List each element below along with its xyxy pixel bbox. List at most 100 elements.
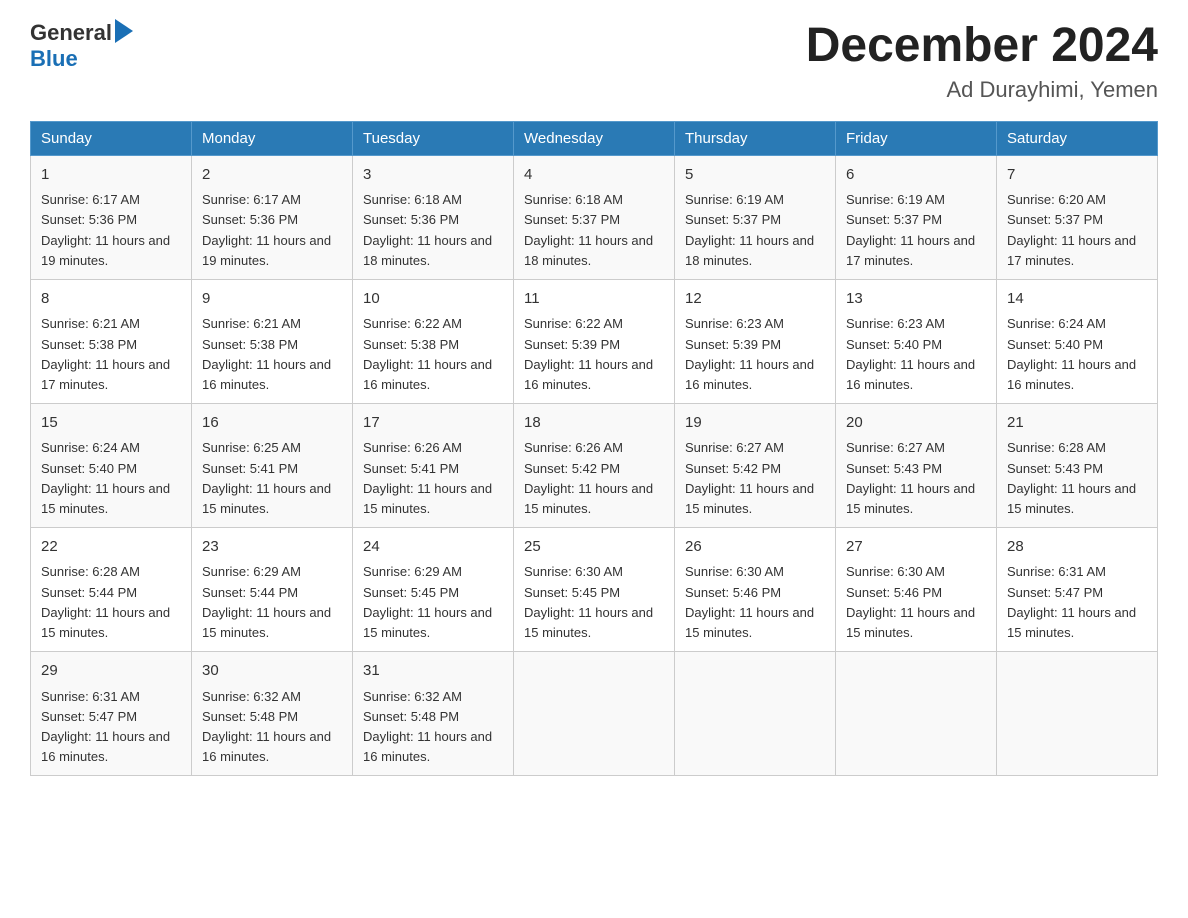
day-number: 31 bbox=[363, 660, 503, 683]
day-info: Sunrise: 6:31 AMSunset: 5:47 PMDaylight:… bbox=[1007, 564, 1136, 639]
calendar-cell: 29 Sunrise: 6:31 AMSunset: 5:47 PMDaylig… bbox=[31, 652, 192, 776]
day-info: Sunrise: 6:32 AMSunset: 5:48 PMDaylight:… bbox=[202, 689, 331, 764]
day-number: 24 bbox=[363, 536, 503, 559]
calendar-cell: 13 Sunrise: 6:23 AMSunset: 5:40 PMDaylig… bbox=[836, 279, 997, 403]
day-info: Sunrise: 6:17 AMSunset: 5:36 PMDaylight:… bbox=[202, 192, 331, 267]
day-number: 12 bbox=[685, 288, 825, 311]
weekday-header-monday: Monday bbox=[192, 121, 353, 155]
weekday-header-friday: Friday bbox=[836, 121, 997, 155]
calendar-cell bbox=[514, 652, 675, 776]
calendar-cell: 8 Sunrise: 6:21 AMSunset: 5:38 PMDayligh… bbox=[31, 279, 192, 403]
calendar-cell: 5 Sunrise: 6:19 AMSunset: 5:37 PMDayligh… bbox=[675, 155, 836, 279]
calendar-cell: 6 Sunrise: 6:19 AMSunset: 5:37 PMDayligh… bbox=[836, 155, 997, 279]
day-number: 4 bbox=[524, 164, 664, 187]
day-number: 27 bbox=[846, 536, 986, 559]
day-number: 23 bbox=[202, 536, 342, 559]
day-info: Sunrise: 6:28 AMSunset: 5:44 PMDaylight:… bbox=[41, 564, 170, 639]
calendar-cell: 7 Sunrise: 6:20 AMSunset: 5:37 PMDayligh… bbox=[997, 155, 1158, 279]
day-info: Sunrise: 6:30 AMSunset: 5:46 PMDaylight:… bbox=[685, 564, 814, 639]
day-info: Sunrise: 6:19 AMSunset: 5:37 PMDaylight:… bbox=[846, 192, 975, 267]
day-number: 13 bbox=[846, 288, 986, 311]
day-info: Sunrise: 6:29 AMSunset: 5:45 PMDaylight:… bbox=[363, 564, 492, 639]
day-info: Sunrise: 6:23 AMSunset: 5:39 PMDaylight:… bbox=[685, 316, 814, 391]
day-number: 1 bbox=[41, 164, 181, 187]
calendar-cell: 30 Sunrise: 6:32 AMSunset: 5:48 PMDaylig… bbox=[192, 652, 353, 776]
day-number: 25 bbox=[524, 536, 664, 559]
day-number: 3 bbox=[363, 164, 503, 187]
calendar-cell: 19 Sunrise: 6:27 AMSunset: 5:42 PMDaylig… bbox=[675, 403, 836, 527]
calendar-cell: 3 Sunrise: 6:18 AMSunset: 5:36 PMDayligh… bbox=[353, 155, 514, 279]
calendar-week-row: 8 Sunrise: 6:21 AMSunset: 5:38 PMDayligh… bbox=[31, 279, 1158, 403]
calendar-cell: 22 Sunrise: 6:28 AMSunset: 5:44 PMDaylig… bbox=[31, 527, 192, 651]
calendar-table: SundayMondayTuesdayWednesdayThursdayFrid… bbox=[30, 121, 1158, 776]
day-info: Sunrise: 6:24 AMSunset: 5:40 PMDaylight:… bbox=[41, 440, 170, 515]
day-info: Sunrise: 6:28 AMSunset: 5:43 PMDaylight:… bbox=[1007, 440, 1136, 515]
day-number: 17 bbox=[363, 412, 503, 435]
day-info: Sunrise: 6:27 AMSunset: 5:43 PMDaylight:… bbox=[846, 440, 975, 515]
day-number: 9 bbox=[202, 288, 342, 311]
calendar-cell: 4 Sunrise: 6:18 AMSunset: 5:37 PMDayligh… bbox=[514, 155, 675, 279]
day-number: 10 bbox=[363, 288, 503, 311]
weekday-header-tuesday: Tuesday bbox=[353, 121, 514, 155]
day-number: 18 bbox=[524, 412, 664, 435]
calendar-cell bbox=[675, 652, 836, 776]
calendar-cell bbox=[836, 652, 997, 776]
day-info: Sunrise: 6:31 AMSunset: 5:47 PMDaylight:… bbox=[41, 689, 170, 764]
day-info: Sunrise: 6:24 AMSunset: 5:40 PMDaylight:… bbox=[1007, 316, 1136, 391]
day-info: Sunrise: 6:22 AMSunset: 5:38 PMDaylight:… bbox=[363, 316, 492, 391]
calendar-cell: 26 Sunrise: 6:30 AMSunset: 5:46 PMDaylig… bbox=[675, 527, 836, 651]
day-info: Sunrise: 6:25 AMSunset: 5:41 PMDaylight:… bbox=[202, 440, 331, 515]
day-info: Sunrise: 6:30 AMSunset: 5:46 PMDaylight:… bbox=[846, 564, 975, 639]
day-number: 6 bbox=[846, 164, 986, 187]
calendar-cell: 1 Sunrise: 6:17 AMSunset: 5:36 PMDayligh… bbox=[31, 155, 192, 279]
logo: General Blue bbox=[30, 20, 133, 72]
day-number: 22 bbox=[41, 536, 181, 559]
day-info: Sunrise: 6:19 AMSunset: 5:37 PMDaylight:… bbox=[685, 192, 814, 267]
day-info: Sunrise: 6:26 AMSunset: 5:42 PMDaylight:… bbox=[524, 440, 653, 515]
day-info: Sunrise: 6:21 AMSunset: 5:38 PMDaylight:… bbox=[41, 316, 170, 391]
day-info: Sunrise: 6:30 AMSunset: 5:45 PMDaylight:… bbox=[524, 564, 653, 639]
calendar-cell: 27 Sunrise: 6:30 AMSunset: 5:46 PMDaylig… bbox=[836, 527, 997, 651]
calendar-week-row: 22 Sunrise: 6:28 AMSunset: 5:44 PMDaylig… bbox=[31, 527, 1158, 651]
day-info: Sunrise: 6:26 AMSunset: 5:41 PMDaylight:… bbox=[363, 440, 492, 515]
calendar-cell: 11 Sunrise: 6:22 AMSunset: 5:39 PMDaylig… bbox=[514, 279, 675, 403]
day-number: 14 bbox=[1007, 288, 1147, 311]
calendar-cell: 12 Sunrise: 6:23 AMSunset: 5:39 PMDaylig… bbox=[675, 279, 836, 403]
day-info: Sunrise: 6:23 AMSunset: 5:40 PMDaylight:… bbox=[846, 316, 975, 391]
calendar-week-row: 29 Sunrise: 6:31 AMSunset: 5:47 PMDaylig… bbox=[31, 652, 1158, 776]
calendar-cell: 23 Sunrise: 6:29 AMSunset: 5:44 PMDaylig… bbox=[192, 527, 353, 651]
day-info: Sunrise: 6:27 AMSunset: 5:42 PMDaylight:… bbox=[685, 440, 814, 515]
weekday-header-sunday: Sunday bbox=[31, 121, 192, 155]
day-info: Sunrise: 6:29 AMSunset: 5:44 PMDaylight:… bbox=[202, 564, 331, 639]
day-info: Sunrise: 6:32 AMSunset: 5:48 PMDaylight:… bbox=[363, 689, 492, 764]
day-info: Sunrise: 6:18 AMSunset: 5:37 PMDaylight:… bbox=[524, 192, 653, 267]
day-info: Sunrise: 6:22 AMSunset: 5:39 PMDaylight:… bbox=[524, 316, 653, 391]
day-number: 20 bbox=[846, 412, 986, 435]
day-number: 2 bbox=[202, 164, 342, 187]
day-number: 16 bbox=[202, 412, 342, 435]
day-info: Sunrise: 6:18 AMSunset: 5:36 PMDaylight:… bbox=[363, 192, 492, 267]
calendar-cell: 9 Sunrise: 6:21 AMSunset: 5:38 PMDayligh… bbox=[192, 279, 353, 403]
day-number: 11 bbox=[524, 288, 664, 311]
calendar-cell: 16 Sunrise: 6:25 AMSunset: 5:41 PMDaylig… bbox=[192, 403, 353, 527]
calendar-cell: 24 Sunrise: 6:29 AMSunset: 5:45 PMDaylig… bbox=[353, 527, 514, 651]
day-number: 7 bbox=[1007, 164, 1147, 187]
calendar-cell: 2 Sunrise: 6:17 AMSunset: 5:36 PMDayligh… bbox=[192, 155, 353, 279]
day-number: 5 bbox=[685, 164, 825, 187]
calendar-cell: 14 Sunrise: 6:24 AMSunset: 5:40 PMDaylig… bbox=[997, 279, 1158, 403]
calendar-cell: 21 Sunrise: 6:28 AMSunset: 5:43 PMDaylig… bbox=[997, 403, 1158, 527]
day-number: 8 bbox=[41, 288, 181, 311]
day-info: Sunrise: 6:21 AMSunset: 5:38 PMDaylight:… bbox=[202, 316, 331, 391]
calendar-week-row: 1 Sunrise: 6:17 AMSunset: 5:36 PMDayligh… bbox=[31, 155, 1158, 279]
logo-blue-text: Blue bbox=[30, 46, 78, 72]
weekday-header-row: SundayMondayTuesdayWednesdayThursdayFrid… bbox=[31, 121, 1158, 155]
day-number: 30 bbox=[202, 660, 342, 683]
day-number: 26 bbox=[685, 536, 825, 559]
calendar-cell: 20 Sunrise: 6:27 AMSunset: 5:43 PMDaylig… bbox=[836, 403, 997, 527]
weekday-header-saturday: Saturday bbox=[997, 121, 1158, 155]
calendar-cell: 17 Sunrise: 6:26 AMSunset: 5:41 PMDaylig… bbox=[353, 403, 514, 527]
weekday-header-wednesday: Wednesday bbox=[514, 121, 675, 155]
calendar-cell: 10 Sunrise: 6:22 AMSunset: 5:38 PMDaylig… bbox=[353, 279, 514, 403]
calendar-cell bbox=[997, 652, 1158, 776]
calendar-cell: 15 Sunrise: 6:24 AMSunset: 5:40 PMDaylig… bbox=[31, 403, 192, 527]
